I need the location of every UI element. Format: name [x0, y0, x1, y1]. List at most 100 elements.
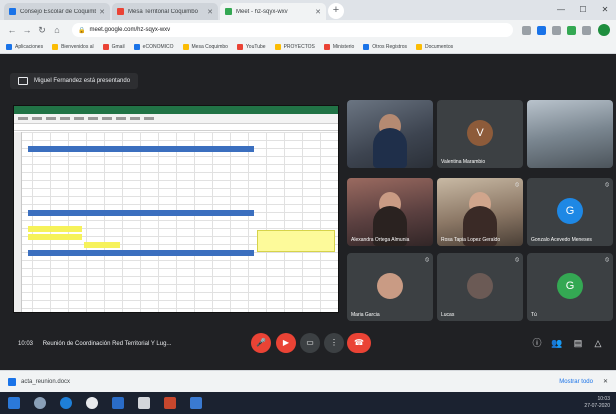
mic-muted-icon: ⦸ — [515, 182, 519, 188]
participant-tile[interactable]: V Valentina Marambio — [437, 100, 523, 168]
table-header-band — [28, 210, 254, 216]
participant-tile[interactable]: ⦸ Rosa Tapia Lopez Geraldo — [437, 178, 523, 246]
spreadsheet-ribbon — [14, 106, 338, 114]
minimize-icon[interactable]: — — [550, 0, 572, 20]
taskbar: 10:03 27-07-2020 — [0, 392, 616, 414]
tab-favicon-icon — [9, 8, 16, 15]
extension-icon[interactable] — [582, 25, 591, 35]
new-tab-button[interactable]: + — [328, 3, 344, 19]
browser-tab-3[interactable]: Meet - hz-sqyx-wxv ✕ — [220, 3, 326, 20]
participant-tile[interactable]: ⦸ Maria Garcia — [347, 253, 433, 321]
participant-tile[interactable]: ⦸ Lucas — [437, 253, 523, 321]
download-item[interactable]: acta_reunion.docx — [21, 379, 70, 385]
extensions — [519, 25, 594, 35]
bookmark-item[interactable]: PROYECTOS — [274, 43, 315, 50]
system-tray-clock[interactable]: 10:03 27-07-2020 — [584, 396, 610, 410]
leave-call-button[interactable]: ☎ — [347, 333, 371, 353]
extension-icon[interactable] — [552, 25, 561, 35]
chrome-icon[interactable] — [86, 397, 98, 409]
bookmark-item[interactable]: Bienvenidos al — [52, 43, 94, 50]
windows-start-icon[interactable] — [8, 397, 20, 409]
participant-thumbnail — [467, 272, 493, 299]
search-icon[interactable] — [34, 397, 46, 409]
window-controls: — ☐ ✕ — [550, 0, 616, 20]
participant-tile[interactable] — [347, 100, 433, 168]
meet-favicon-icon — [225, 8, 232, 15]
edge-icon[interactable] — [60, 397, 72, 409]
bookmark-item[interactable]: eCONOMICO — [133, 43, 174, 50]
bookmark-icon — [363, 43, 370, 50]
back-icon[interactable]: ← — [6, 25, 18, 35]
more-options-button[interactable]: ⋮ — [324, 333, 344, 353]
download-bar: acta_reunion.docx Mostrar todo ✕ — [0, 370, 616, 392]
close-icon[interactable]: ✕ — [603, 378, 608, 385]
word-icon[interactable] — [112, 397, 124, 409]
mic-muted-icon: ⦸ — [605, 182, 609, 188]
reload-icon[interactable]: ↻ — [36, 25, 48, 36]
maximize-icon[interactable]: ☐ — [572, 0, 594, 20]
bookmark-item[interactable]: YouTube — [236, 43, 266, 50]
bookmark-item[interactable]: Aplicaciones — [6, 43, 43, 50]
url-input[interactable]: 🔒 meet.google.com/hz-sqyx-wxv — [72, 23, 513, 37]
formula-bar — [14, 124, 338, 131]
browser-tab-bar: Consejo Escolar de Coquimbo ✕ Mesa Terri… — [0, 0, 616, 20]
bookmark-icon — [52, 43, 59, 50]
mic-toggle-button[interactable]: 🎤 — [251, 333, 271, 353]
info-icon[interactable]: ⓘ — [531, 337, 543, 349]
people-icon[interactable]: 👥 — [551, 337, 563, 349]
close-icon[interactable]: ✕ — [99, 8, 105, 16]
mic-muted-icon: ⦸ — [605, 257, 609, 263]
highlight-cell — [28, 234, 82, 240]
bookmark-icon — [323, 43, 330, 50]
shared-screen[interactable] — [13, 105, 339, 313]
camera-toggle-button[interactable]: ▶ — [276, 333, 296, 353]
presenting-banner: Miguel Fernandez está presentando — [10, 73, 139, 89]
participant-tile[interactable]: ⦸ G Gonzalo Acevedo Meneses — [527, 178, 613, 246]
bookmark-item[interactable]: Ministerio — [323, 43, 354, 50]
browser-tab-2[interactable]: Mesa Territorial Coquimbo ✕ — [112, 3, 218, 20]
participant-avatar: V — [467, 119, 493, 146]
participant-tile[interactable]: ⦸ G Tú — [527, 253, 613, 321]
app-icon[interactable] — [190, 397, 202, 409]
mic-muted-icon: ⦸ — [425, 257, 429, 263]
file-explorer-icon[interactable] — [138, 397, 150, 409]
extension-icon[interactable] — [567, 25, 576, 35]
close-window-icon[interactable]: ✕ — [594, 0, 616, 20]
bookmark-item[interactable]: Otros Registros — [363, 43, 407, 50]
tab-favicon-icon — [117, 8, 124, 15]
home-icon[interactable]: ⌂ — [51, 25, 63, 35]
comment-note — [257, 230, 335, 252]
spreadsheet-toolbar — [14, 114, 338, 124]
table-header-band — [28, 250, 254, 256]
extension-icon[interactable] — [537, 25, 546, 35]
meeting-info: 10:03 Reunión de Coordinación Red Territ… — [18, 341, 172, 347]
activities-icon[interactable]: △ — [592, 337, 604, 349]
captions-button[interactable]: ▭ — [300, 333, 320, 353]
close-icon[interactable]: ✕ — [207, 8, 213, 16]
participant-avatar: G — [557, 272, 583, 299]
powerpoint-icon[interactable] — [164, 397, 176, 409]
table-header-band — [28, 146, 254, 152]
browser-tab-1[interactable]: Consejo Escolar de Coquimbo ✕ — [4, 3, 110, 20]
bookmark-item[interactable]: Documentos — [416, 43, 453, 50]
participant-tile[interactable] — [527, 100, 613, 168]
apps-icon — [6, 43, 12, 50]
close-icon[interactable]: ✕ — [315, 8, 321, 16]
present-screen-icon — [18, 77, 28, 85]
bookmark-item[interactable]: Mesa Coquimbo — [182, 43, 228, 50]
participant-thumbnail — [377, 272, 403, 299]
youtube-icon — [236, 43, 243, 50]
participant-avatar: G — [557, 197, 583, 224]
star-icon[interactable] — [522, 25, 531, 35]
forward-icon[interactable]: → — [21, 25, 33, 35]
row-headers — [14, 132, 22, 312]
chat-icon[interactable]: ▤ — [572, 337, 584, 349]
participant-tile[interactable]: Alexandra Ortega Almunia — [347, 178, 433, 246]
bookmark-icon — [182, 43, 189, 50]
call-controls: 10:03 Reunión de Coordinación Red Territ… — [0, 321, 616, 366]
show-all-downloads-link[interactable]: Mostrar todo — [559, 379, 593, 385]
bookmark-icon — [416, 43, 423, 50]
profile-avatar[interactable] — [598, 24, 610, 36]
bookmark-item[interactable]: Gmail — [102, 43, 125, 50]
bookmarks-bar: Aplicaciones Bienvenidos al Gmail eCONOM… — [0, 40, 616, 54]
